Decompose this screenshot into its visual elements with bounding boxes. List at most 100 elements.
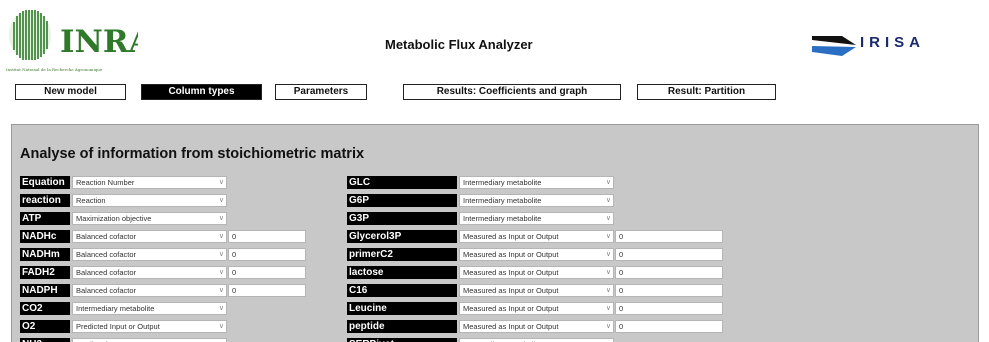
column-type-value: Balanced cofactor (76, 286, 137, 295)
metabolite-row-serpivot: SERPivotIntermediary metabolite∨ (347, 338, 767, 342)
column-type-select[interactable]: Intermediary metabolite∨ (72, 302, 227, 315)
irisa-logo: IRISA (812, 30, 952, 60)
panel-title: Analyse of information from stoichiometr… (20, 146, 365, 162)
metabolite-label: NADHc (20, 230, 70, 243)
column-types-panel: Analyse of information from stoichiometr… (11, 124, 979, 342)
app-title: Metabolic Flux Analyzer (385, 37, 533, 52)
metabolite-label: primerC2 (347, 248, 457, 261)
chevron-down-icon: ∨ (218, 305, 224, 312)
inra-tagline: Institut National de la Recherche Agrono… (6, 67, 103, 72)
inra-logo-graphic: INRA (9, 10, 154, 60)
chevron-down-icon: ∨ (218, 179, 224, 186)
metabolite-label: NADPH (20, 284, 70, 297)
inra-globe-icon (9, 10, 51, 60)
column-type-select[interactable]: Intermediary metabolite∨ (459, 212, 614, 225)
chevron-down-icon: ∨ (605, 233, 611, 240)
column-type-value: Predicted Input or Output (76, 322, 160, 331)
column-type-select[interactable]: Intermediary metabolite∨ (459, 338, 614, 342)
value-input[interactable]: 0 (228, 284, 306, 297)
column-type-select[interactable]: Measured as Input or Output ∨ (459, 302, 614, 315)
metabolite-label: FADH2 (20, 266, 70, 279)
metabolite-label: peptide (347, 320, 457, 333)
chevron-down-icon: ∨ (218, 233, 224, 240)
chevron-down-icon: ∨ (605, 197, 611, 204)
value-input[interactable]: 0 (615, 284, 723, 297)
column-type-select[interactable]: Measured as Input or Output ∨ (459, 230, 614, 243)
metabolite-label: lactose (347, 266, 457, 279)
column-type-select[interactable]: Balanced cofactor ∨ (72, 230, 227, 243)
nav-results-coefficients-button[interactable]: Results: Coefficients and graph (403, 84, 621, 100)
chevron-down-icon: ∨ (605, 305, 611, 312)
metabolite-label: GLC (347, 176, 457, 189)
column-type-select[interactable]: Measured as Input or Output ∨ (459, 266, 614, 279)
column-type-select[interactable]: Balanced cofactor ∨ (72, 284, 227, 297)
chevron-down-icon: ∨ (218, 197, 224, 204)
metabolite-label: Glycerol3P (347, 230, 457, 243)
chevron-down-icon: ∨ (605, 251, 611, 258)
metabolite-row-g6p: G6P Intermediary metabolite ∨ (347, 194, 767, 207)
nav-column-types-button[interactable]: Column types (141, 84, 262, 100)
column-type-value: Maximization objective (76, 214, 152, 223)
metabolite-row-peptide: peptide Measured as Input or Output ∨ 0 (347, 320, 767, 333)
value-input[interactable]: 0 (615, 248, 723, 261)
value-input[interactable]: 0 (615, 320, 723, 333)
column-type-select[interactable]: Predicted Input or Output ∨ (72, 320, 227, 333)
column-type-value: Balanced cofactor (76, 232, 137, 241)
column-type-select[interactable]: Measured as Input or Output ∨ (459, 248, 614, 261)
metabolite-label: G3P (347, 212, 457, 225)
nav-parameters-button[interactable]: Parameters (275, 84, 367, 100)
column-type-value: Measured as Input or Output (463, 268, 559, 277)
value-input[interactable]: 0 (615, 266, 723, 279)
metabolite-label: O2 (20, 320, 70, 333)
chevron-down-icon: ∨ (605, 269, 611, 276)
metabolite-label: SERPivot (347, 338, 457, 342)
irisa-wordmark: IRISA (860, 34, 926, 51)
column-type-select[interactable]: Maximization objective ∨ (72, 212, 227, 225)
nav-result-partition-button[interactable]: Result: Partition (637, 84, 776, 100)
chevron-down-icon: ∨ (218, 251, 224, 258)
value-input[interactable]: 0 (615, 230, 723, 243)
metabolite-row-lactose: lactose Measured as Input or Output ∨ 0 (347, 266, 767, 279)
metabolite-label: ATP (20, 212, 70, 225)
column-type-value: Balanced cofactor (76, 250, 137, 259)
column-type-select[interactable]: Intermediary metabolite ∨ (459, 176, 614, 189)
column-type-select[interactable]: Measured as Input or Output ∨ (459, 284, 614, 297)
column-type-select[interactable]: Balanced cofactor ∨ (72, 248, 227, 261)
chevron-down-icon: ∨ (605, 323, 611, 330)
column-type-select[interactable]: Balanced cofactor ∨ (72, 266, 227, 279)
column-type-value: Measured as Input or Output (463, 304, 559, 313)
metabolite-label: NH3 (20, 338, 70, 342)
column-type-select[interactable]: Predicted Input or Output∨ (72, 338, 227, 342)
inra-wordmark: INRA (60, 24, 138, 60)
metabolite-label: CO2 (20, 302, 70, 315)
column-type-value: Intermediary metabolite (463, 178, 542, 187)
chevron-down-icon: ∨ (218, 269, 224, 276)
column-type-value: Intermediary metabolite (463, 214, 542, 223)
column-type-select[interactable]: Reaction Number ∨ (72, 176, 227, 189)
chevron-down-icon: ∨ (218, 323, 224, 330)
metabolite-label: Equation (20, 176, 70, 189)
nav-new-model-button[interactable]: New model (15, 84, 126, 100)
column-type-value: Measured as Input or Output (463, 322, 559, 331)
metabolite-label: C16 (347, 284, 457, 297)
metabolite-row-leucine: Leucine Measured as Input or Output ∨ 0 (347, 302, 767, 315)
column-type-value: Intermediary metabolite (463, 196, 542, 205)
chevron-down-icon: ∨ (218, 287, 224, 294)
chevron-down-icon: ∨ (605, 179, 611, 186)
metabolite-label: reaction (20, 194, 70, 207)
chevron-down-icon: ∨ (605, 287, 611, 294)
value-input[interactable]: 0 (228, 266, 306, 279)
metabolite-row-primerc2: primerC2 Measured as Input or Output ∨ 0 (347, 248, 767, 261)
column-type-value: Balanced cofactor (76, 268, 137, 277)
metabolite-row-g3p: G3P Intermediary metabolite ∨ (347, 212, 767, 225)
column-type-select[interactable]: Reaction ∨ (72, 194, 227, 207)
metabolite-label: G6P (347, 194, 457, 207)
metabolite-label: Leucine (347, 302, 457, 315)
column-type-select[interactable]: Intermediary metabolite ∨ (459, 194, 614, 207)
value-input[interactable]: 0 (615, 302, 723, 315)
column-type-select[interactable]: Measured as Input or Output ∨ (459, 320, 614, 333)
column-type-value: Measured as Input or Output (463, 232, 559, 241)
value-input[interactable]: 0 (228, 230, 306, 243)
value-input[interactable]: 0 (228, 248, 306, 261)
metabolite-row-glc: GLC Intermediary metabolite ∨ (347, 176, 767, 189)
